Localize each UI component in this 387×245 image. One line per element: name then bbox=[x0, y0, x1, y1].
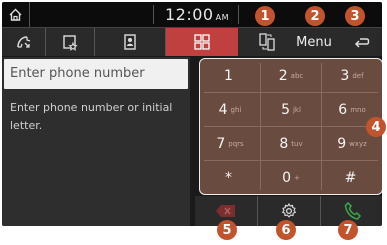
phone-number-input[interactable]: Enter phone number bbox=[4, 59, 188, 89]
phone-app: 12:00 AM Menu Enter phone number Enter p… bbox=[2, 2, 382, 226]
dial-pad-icon bbox=[194, 34, 210, 50]
recent-calls-icon bbox=[16, 36, 30, 48]
call-icon bbox=[344, 201, 361, 220]
callout-7: 7 bbox=[338, 220, 358, 240]
key-digit: # bbox=[344, 169, 357, 186]
key-letters: ghi bbox=[230, 105, 242, 114]
key-digit: 7 bbox=[216, 135, 226, 152]
callout-2: 2 bbox=[305, 6, 325, 26]
key-letters: pqrs bbox=[228, 139, 244, 148]
backspace-icon bbox=[216, 205, 235, 217]
key-digit: * bbox=[225, 169, 232, 186]
clock-time: 12:00 bbox=[165, 5, 214, 24]
number-panel: Enter phone number Enter phone number or… bbox=[2, 57, 190, 226]
callout-4: 4 bbox=[366, 117, 386, 137]
key-letters: wxyz bbox=[349, 139, 367, 148]
key-hash[interactable]: # bbox=[322, 161, 382, 194]
callout-1: 1 bbox=[255, 6, 275, 26]
key-digit: 3 bbox=[340, 67, 350, 84]
status-divider bbox=[238, 5, 239, 24]
key-digit: 8 bbox=[279, 135, 289, 152]
back-button[interactable] bbox=[344, 28, 380, 56]
key-digit: 5 bbox=[281, 101, 290, 118]
screen: 12:00 AM Menu Enter phone number Enter p… bbox=[0, 0, 387, 245]
key-digit: 6 bbox=[338, 101, 348, 118]
dial-keypad: 1 2 abc 3 def 4 ghi 5 jkl 6 mno 7 pqrs 8 tuv 9w… bbox=[199, 58, 382, 195]
callout-5: 5 bbox=[217, 220, 237, 240]
key-letters: def bbox=[352, 71, 364, 80]
key-letters: abc bbox=[290, 71, 304, 80]
key-letters: jkl bbox=[292, 105, 301, 114]
status-bar: 12:00 AM bbox=[2, 2, 382, 28]
key-digit: 2 bbox=[278, 67, 288, 84]
key-1[interactable]: 1 bbox=[200, 59, 260, 92]
switch-device-button[interactable] bbox=[252, 28, 282, 56]
key-4[interactable]: 4 ghi bbox=[200, 93, 260, 126]
tab-recent-calls[interactable] bbox=[2, 28, 46, 56]
key-letters: + bbox=[294, 173, 300, 182]
tab-contacts[interactable] bbox=[95, 28, 166, 56]
home-button[interactable] bbox=[2, 2, 30, 27]
tab-favorites[interactable] bbox=[46, 28, 95, 56]
tab-bar: Menu bbox=[2, 28, 382, 56]
callout-6: 6 bbox=[276, 220, 296, 240]
menu-button[interactable]: Menu bbox=[289, 28, 339, 56]
tab-dial-pad[interactable] bbox=[166, 28, 238, 56]
key-star[interactable]: * bbox=[200, 161, 260, 194]
key-0[interactable]: 0 + bbox=[261, 161, 321, 194]
key-2[interactable]: 2 abc bbox=[261, 59, 321, 92]
key-5[interactable]: 5 jkl bbox=[261, 93, 321, 126]
clock-ampm: AM bbox=[215, 13, 229, 22]
settings-icon bbox=[281, 202, 297, 218]
key-3[interactable]: 3 def bbox=[322, 59, 382, 92]
key-digit: 0 bbox=[282, 169, 292, 186]
key-7[interactable]: 7 pqrs bbox=[200, 127, 260, 160]
home-icon bbox=[9, 8, 22, 21]
key-8[interactable]: 8 tuv bbox=[261, 127, 321, 160]
key-letters: tuv bbox=[291, 139, 303, 148]
key-digit: 4 bbox=[218, 101, 228, 118]
key-digit: 9 bbox=[337, 135, 347, 152]
contacts-icon bbox=[124, 34, 136, 50]
back-icon bbox=[354, 38, 370, 48]
key-digit: 1 bbox=[224, 67, 233, 84]
input-hint: Enter phone number or initial letter. bbox=[10, 101, 173, 132]
clock: 12:00 AM bbox=[165, 5, 229, 24]
switch-device-icon bbox=[259, 33, 275, 51]
favorites-icon bbox=[63, 35, 78, 51]
key-letters: mno bbox=[350, 105, 366, 114]
callout-3: 3 bbox=[345, 6, 365, 26]
status-divider bbox=[153, 5, 154, 24]
